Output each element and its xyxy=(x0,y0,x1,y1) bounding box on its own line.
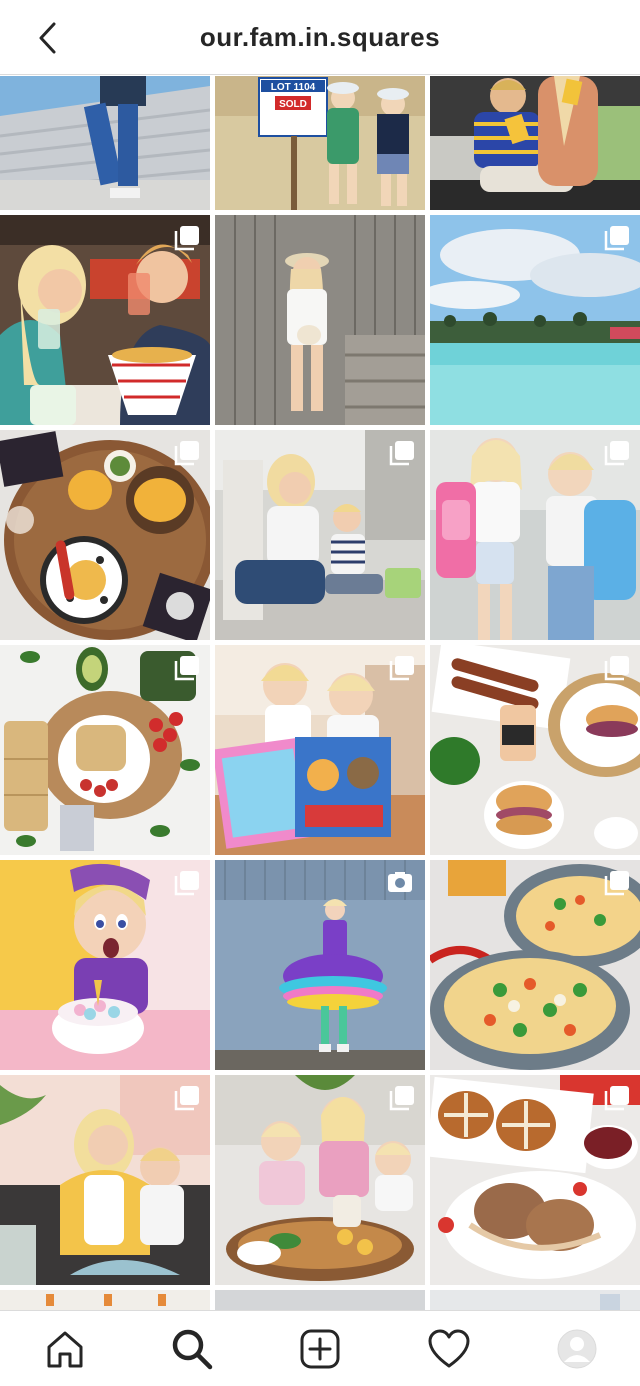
carousel-icon xyxy=(389,656,414,681)
post-tile[interactable] xyxy=(215,1075,425,1285)
post-tile[interactable] xyxy=(0,860,210,1070)
post-tile[interactable] xyxy=(0,215,210,425)
carousel-icon xyxy=(604,1086,629,1111)
sign-lot-text: LOT 1104 xyxy=(271,82,316,93)
post-kids-sold-sign-image: LOT 1104 SOLD xyxy=(215,76,425,210)
carousel-icon xyxy=(174,226,199,251)
carousel-icon xyxy=(174,871,199,896)
post-tile[interactable] xyxy=(0,645,210,855)
chevron-left-icon xyxy=(39,22,56,54)
post-tile-partial[interactable] xyxy=(215,1290,425,1310)
carousel-icon xyxy=(174,1086,199,1111)
page-title: our.fam.in.squares xyxy=(199,22,441,52)
post-tile[interactable] xyxy=(430,76,640,210)
post-tile[interactable] xyxy=(215,215,425,425)
posts-grid: LOT 1104 SOLD xyxy=(0,76,640,1310)
post-tile[interactable]: LOT 1104 SOLD xyxy=(215,76,425,210)
post-tile[interactable] xyxy=(215,430,425,640)
add-post-icon xyxy=(300,1329,340,1369)
heart-icon xyxy=(428,1329,470,1368)
nav-profile[interactable] xyxy=(553,1325,601,1373)
post-tile[interactable] xyxy=(0,430,210,640)
post-tile-partial[interactable] xyxy=(430,1290,640,1310)
sign-status-text: SOLD xyxy=(279,99,307,110)
post-tile[interactable] xyxy=(430,215,640,425)
post-tile[interactable] xyxy=(0,1075,210,1285)
back-button[interactable] xyxy=(30,18,66,58)
post-tile[interactable] xyxy=(430,430,640,640)
carousel-icon xyxy=(604,656,629,681)
post-woman-on-wall-image xyxy=(0,76,210,210)
carousel-icon xyxy=(389,441,414,466)
nav-new-post[interactable] xyxy=(296,1325,344,1373)
nav-activity[interactable] xyxy=(425,1325,473,1373)
post-tile[interactable] xyxy=(430,1075,640,1285)
bottom-nav-bar xyxy=(0,1310,640,1386)
post-partial-image xyxy=(430,1290,640,1310)
carousel-icon xyxy=(604,441,629,466)
post-tile-partial[interactable] xyxy=(0,1290,210,1310)
post-tile[interactable] xyxy=(0,76,210,210)
post-tile[interactable] xyxy=(215,860,425,1070)
home-icon xyxy=(47,1331,83,1368)
post-woman-wooden-wall-image xyxy=(215,215,425,425)
nav-home[interactable] xyxy=(41,1325,89,1373)
carousel-icon xyxy=(389,1086,414,1111)
post-partial-image xyxy=(215,1290,425,1310)
profile-header: our.fam.in.squares xyxy=(0,0,640,75)
post-kids-eating-snacks-image xyxy=(430,76,640,210)
carousel-icon xyxy=(604,226,629,251)
post-partial-image xyxy=(0,1290,210,1310)
search-icon xyxy=(172,1329,213,1370)
carousel-icon xyxy=(174,656,199,681)
carousel-icon xyxy=(174,441,199,466)
profile-avatar-icon xyxy=(557,1329,597,1369)
post-tile[interactable] xyxy=(430,645,640,855)
post-tile[interactable] xyxy=(215,645,425,855)
carousel-icon xyxy=(604,871,629,896)
video-icon xyxy=(388,872,412,892)
post-tile[interactable] xyxy=(430,860,640,1070)
nav-search[interactable] xyxy=(168,1325,216,1373)
